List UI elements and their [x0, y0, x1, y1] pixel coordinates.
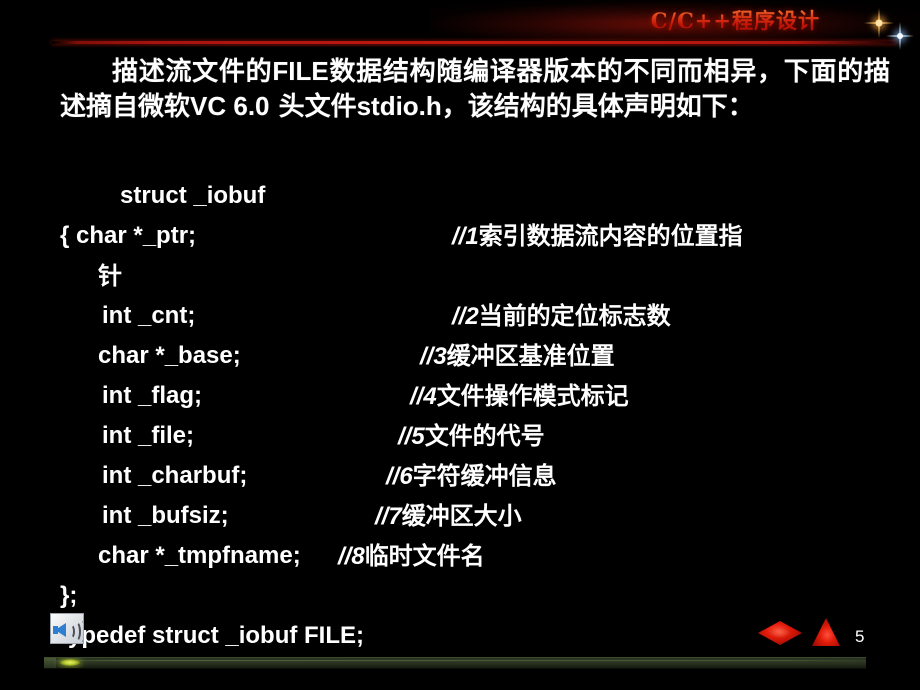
code-comment: //6字符缓冲信息: [386, 456, 557, 497]
paragraph-part-1: 描述流文件的: [112, 57, 273, 87]
code-line-text: };: [60, 582, 78, 609]
code-line-text: int _charbuf;: [102, 462, 248, 489]
code-line-text: int _file;: [102, 422, 195, 449]
paragraph-keyword-vc: VC 6.0: [190, 91, 270, 121]
comment-description: 缓冲区大小: [401, 501, 522, 530]
code-comment: //2当前的定位标志数: [452, 296, 671, 337]
comment-description: 文件的代号: [424, 421, 545, 450]
code-line-text: int _bufsiz;: [102, 502, 229, 529]
slide-header: C/C++程序设计: [0, 0, 920, 50]
code-line-text: int _flag;: [102, 382, 202, 409]
comment-description: 字符缓冲信息: [412, 461, 557, 490]
blue-sparkle-icon: [884, 20, 916, 52]
code-line-text: struct _iobuf: [120, 182, 266, 209]
code-line: char *_base; //3缓冲区基准位置: [60, 336, 900, 376]
speaker-icon[interactable]: [50, 613, 84, 644]
comment-description: 文件操作模式标记: [436, 381, 629, 410]
course-title: C/C++程序设计: [651, 5, 820, 35]
diamond-nav-icon[interactable]: [758, 621, 802, 645]
code-line-text: char *_base;: [98, 342, 241, 369]
header-divider-shadow: [52, 44, 897, 46]
code-comment: //8临时文件名: [338, 536, 485, 577]
comment-marker: //2: [452, 303, 479, 330]
bottom-bar-sheen: [44, 660, 866, 661]
paragraph-keyword-file: FILE: [272, 56, 329, 86]
code-line: { char *_ptr; //1索引数据流内容的位置指: [60, 216, 900, 256]
bottom-status-bar[interactable]: [44, 657, 866, 669]
comment-marker: //7: [375, 503, 402, 530]
comment-marker: //4: [410, 383, 437, 410]
code-line-text: { char *_ptr;: [60, 222, 197, 249]
comment-marker: //6: [386, 463, 413, 490]
paragraph-part-4: ，该结构的具体声明如下：: [441, 92, 754, 122]
code-line: int _file; //5文件的代号: [60, 416, 900, 456]
code-comment: //4文件操作模式标记: [410, 376, 629, 417]
comment-marker: //8: [338, 543, 365, 570]
code-line: 针: [60, 256, 900, 296]
intro-paragraph: 描述流文件的FILE数据结构随编译器版本的不同而相异，下面的描述摘自微软VC 6…: [60, 54, 890, 124]
code-comment: //7缓冲区大小: [375, 496, 522, 537]
code-line: struct _iobuf: [60, 176, 900, 216]
comment-description: 当前的定位标志数: [478, 301, 671, 330]
code-line-text: int _cnt;: [102, 302, 196, 329]
comment-description: 缓冲区基准位置: [446, 341, 615, 370]
code-line: };: [60, 576, 900, 616]
comment-marker: //1: [452, 223, 479, 250]
page-number: 5: [855, 627, 865, 646]
bottom-bar-indicator: [60, 659, 80, 666]
gold-sparkle-icon: [862, 6, 896, 40]
code-line: int _bufsiz; //7缓冲区大小: [60, 496, 900, 536]
code-comment: //1索引数据流内容的位置指: [452, 216, 743, 257]
code-line-text: typedef struct _iobuf FILE;: [60, 622, 365, 649]
code-line: char *_tmpfname; //8临时文件名: [60, 536, 900, 576]
code-comment: //5文件的代号: [398, 416, 545, 457]
code-line: int _flag; //4文件操作模式标记: [60, 376, 900, 416]
slide-canvas: C/C++程序设计 描述流文件的FILE数据结构随编译器版本的不同而相异，下面的…: [0, 0, 920, 690]
code-listing: struct _iobuf { char *_ptr; //1索引数据流内容的位置指…: [60, 176, 900, 656]
comment-description: 索引数据流内容的位置指: [478, 221, 743, 250]
code-line-text: 针: [98, 261, 122, 290]
play-triangle-icon[interactable]: [812, 618, 840, 646]
comment-marker: //5: [398, 423, 425, 450]
code-line-text: char *_tmpfname;: [98, 542, 301, 569]
paragraph-keyword-stdio: stdio.h: [356, 91, 442, 121]
comment-marker: //3: [420, 343, 447, 370]
code-comment: //3缓冲区基准位置: [420, 336, 615, 377]
code-line: int _cnt; //2当前的定位标志数: [60, 296, 900, 336]
comment-description: 临时文件名: [364, 541, 485, 570]
code-line: int _charbuf; //6字符缓冲信息: [60, 456, 900, 496]
paragraph-part-3: 头文件: [269, 92, 357, 122]
